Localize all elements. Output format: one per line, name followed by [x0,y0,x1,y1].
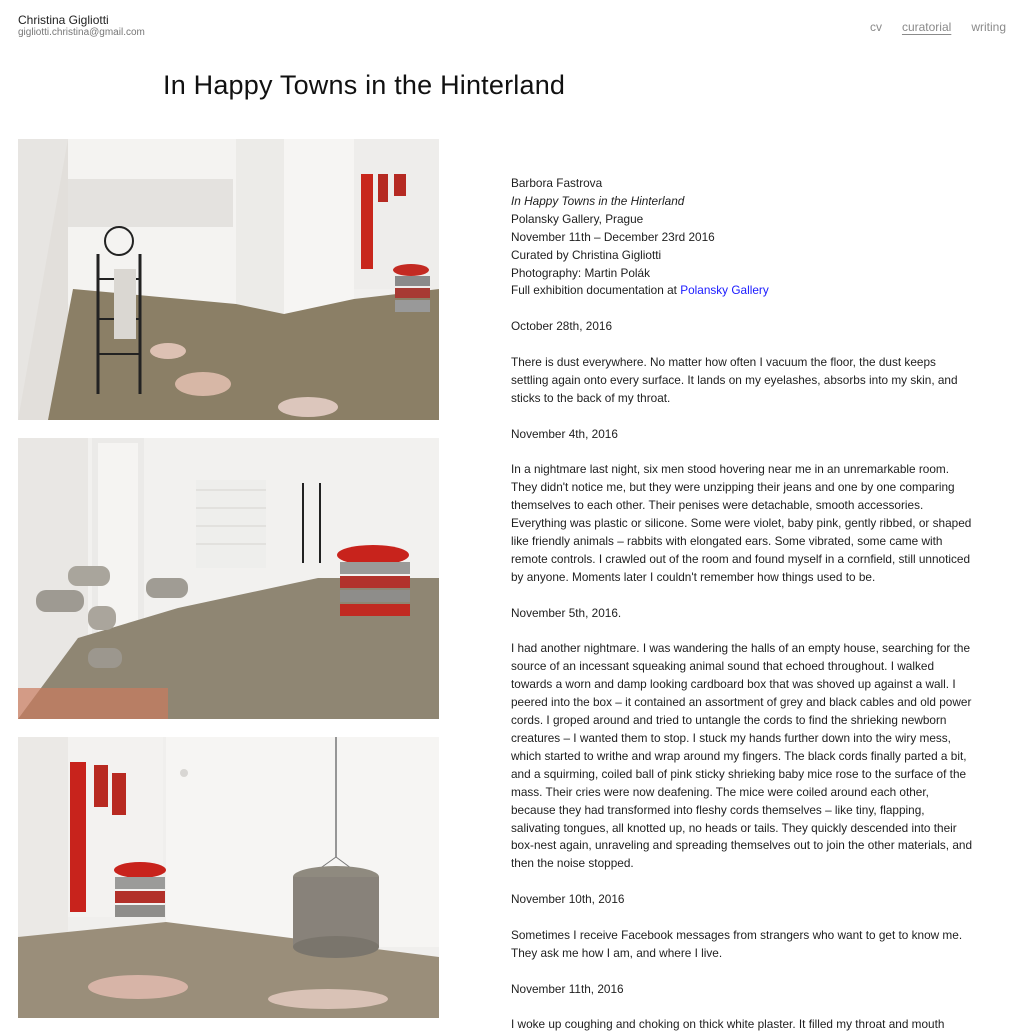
nav-cv[interactable]: cv [870,20,882,34]
credit-photography: Photography: Martin Polák [511,265,651,280]
entry-date: November 10th, 2016 [511,892,625,907]
entry-date: October 28th, 2016 [511,319,612,334]
site-name[interactable]: Christina Gigliotti [18,13,145,27]
polansky-gallery-link[interactable]: Polansky Gallery [680,283,769,297]
entry-text: Sometimes I receive Facebook messages fr… [511,927,963,960]
entry-date: November 11th, 2016 [511,981,624,996]
credit-venue: Polansky Gallery, Prague [511,211,644,226]
credit-title: In Happy Towns in the Hinterland [511,193,685,208]
nav-curatorial[interactable]: curatorial [902,20,951,34]
site-email[interactable]: gigliotti.christina@gmail.com [18,27,145,39]
entry-text: I had another nightmare. I was wandering… [511,641,973,871]
page-title: In Happy Towns in the Hinterland [163,70,566,100]
site-header: Christina Gigliotti gigliotti.christina@… [18,13,145,39]
exhibition-text: Barbora Fastrova In Happy Towns in the H… [511,175,973,1034]
credit-artist: Barbora Fastrova [511,176,603,190]
credit-dates: November 11th – December 23rd 2016 [511,229,715,244]
entry-date: November 5th, 2016. [511,605,622,620]
entry-text: I woke up coughing and choking on thick … [511,1017,945,1032]
exhibition-photo-2[interactable] [18,438,439,719]
exhibition-photo-3[interactable] [18,737,439,1018]
entry-text: There is dust everywhere. No matter how … [511,355,958,405]
entry-text: In a nightmare last night, six men stood… [511,462,972,584]
credit-curator: Curated by Christina Gigliotti [511,247,662,262]
entry-date: November 4th, 2016 [511,426,618,441]
main-nav: cv curatorial writing [870,20,1006,34]
credit-documentation: Full exhibition documentation at Polansk… [511,283,769,298]
nav-writing[interactable]: writing [971,20,1006,34]
exhibition-photo-1[interactable] [18,139,439,420]
